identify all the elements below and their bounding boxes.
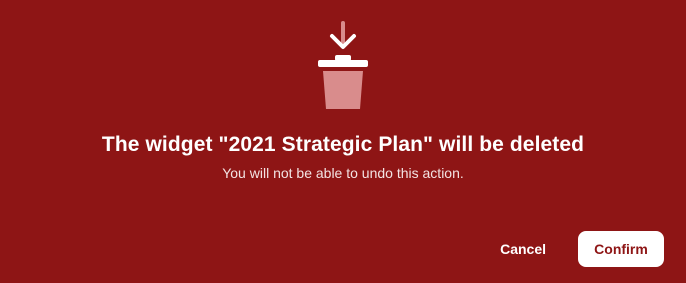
delete-confirmation-dialog: The widget "2021 Strategic Plan" will be… (0, 0, 686, 283)
confirm-button[interactable]: Confirm (578, 231, 664, 267)
dialog-actions: Cancel Confirm (480, 231, 664, 267)
dialog-subtitle: You will not be able to undo this action… (222, 165, 464, 181)
delete-illustration (0, 20, 686, 112)
cancel-button[interactable]: Cancel (480, 231, 566, 267)
dialog-title: The widget "2021 Strategic Plan" will be… (101, 133, 585, 156)
trash-delete-icon (318, 21, 368, 109)
